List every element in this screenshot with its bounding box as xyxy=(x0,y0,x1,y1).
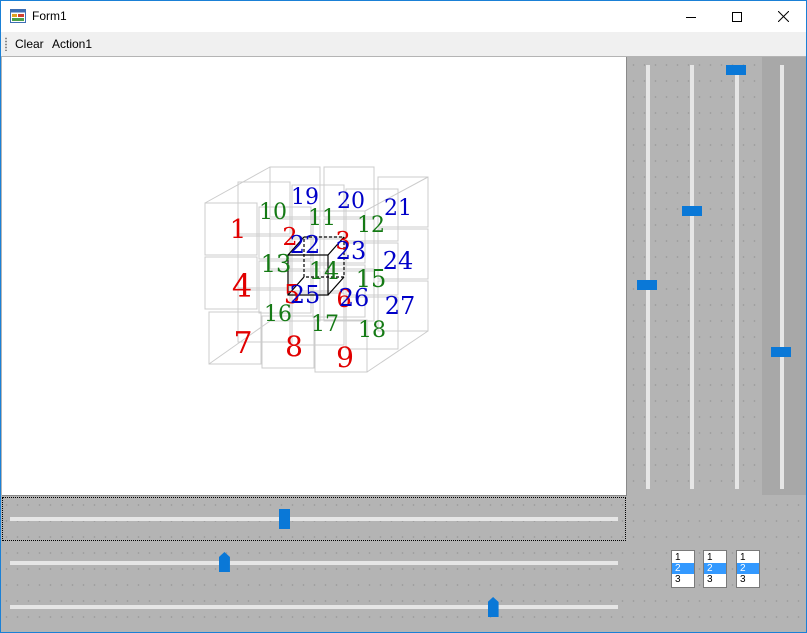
cube-label-24: 24 xyxy=(383,247,414,275)
cube-label-18: 18 xyxy=(358,318,386,343)
cube-label-22: 22 xyxy=(290,231,321,259)
cube-label-20: 20 xyxy=(337,189,365,214)
listbox-1[interactable]: 1 2 3 xyxy=(671,550,695,588)
menu-action1[interactable]: Action1 xyxy=(52,37,92,51)
cube-label-19: 19 xyxy=(291,185,319,210)
cube-label-10: 10 xyxy=(259,200,287,225)
close-button[interactable] xyxy=(760,1,806,32)
minimize-icon xyxy=(686,16,696,18)
listbox-2-item-3[interactable]: 3 xyxy=(704,574,726,585)
listbox-2-item-1[interactable]: 1 xyxy=(704,552,726,563)
right-slider-3-track[interactable] xyxy=(735,65,739,489)
cube-label-23: 23 xyxy=(336,237,367,265)
toolstrip-grip[interactable] xyxy=(5,37,7,51)
listbox-3-item-2[interactable]: 2 xyxy=(737,563,759,574)
cube-label-26: 26 xyxy=(339,284,370,312)
listbox-3[interactable]: 1 2 3 xyxy=(736,550,760,588)
cube-label-17: 17 xyxy=(311,312,339,337)
right-slider-4-area xyxy=(762,57,806,495)
listbox-1-item-3[interactable]: 3 xyxy=(672,574,694,585)
menu-clear[interactable]: Clear xyxy=(15,37,44,51)
right-slider-4-track[interactable] xyxy=(780,65,784,489)
bottom-slider-1-thumb[interactable] xyxy=(278,509,290,529)
close-icon xyxy=(777,11,789,22)
cube-label-1: 1 xyxy=(230,215,247,245)
menu-strip: Clear Action1 xyxy=(1,32,806,56)
maximize-icon xyxy=(732,11,742,22)
bottom-slider-3-track[interactable] xyxy=(10,605,618,609)
cube-label-9: 9 xyxy=(336,341,354,374)
right-slider-2-thumb[interactable] xyxy=(682,205,702,216)
app-icon xyxy=(10,9,26,23)
cube-label-27: 27 xyxy=(385,292,416,320)
listbox-2-item-2[interactable]: 2 xyxy=(704,563,726,574)
cube-label-4: 4 xyxy=(232,267,252,305)
cube-label-7: 7 xyxy=(233,326,252,361)
right-slider-1-thumb[interactable] xyxy=(637,280,657,291)
cube-label-25: 25 xyxy=(290,281,321,309)
listbox-3-item-1[interactable]: 1 xyxy=(737,552,759,563)
cube-canvas[interactable]: 1 2 3 4 5 6 7 8 9 10 11 12 13 14 15 16 17 18 19 20 21 22 23 24 2… xyxy=(2,57,627,496)
right-slider-2-track[interactable] xyxy=(690,65,694,489)
cube-label-12: 12 xyxy=(357,213,385,238)
right-slider-panel xyxy=(628,57,806,495)
listbox-2[interactable]: 1 2 3 xyxy=(703,550,727,588)
right-slider-4-thumb[interactable] xyxy=(771,346,791,357)
minimize-button[interactable] xyxy=(668,1,714,32)
bottom-slider-1-track[interactable] xyxy=(10,517,618,521)
cube-label-13: 13 xyxy=(261,250,292,278)
app-window: Form1 Clear Action1 1 2 3 4 5 6 7 8 9 10… xyxy=(0,0,807,633)
title-bar: Form1 xyxy=(1,1,806,32)
right-slider-3-thumb[interactable] xyxy=(726,65,746,75)
bottom-slider-2-track[interactable] xyxy=(10,561,618,565)
cube-label-21: 21 xyxy=(384,196,412,221)
maximize-button[interactable] xyxy=(714,1,760,32)
listbox-3-item-3[interactable]: 3 xyxy=(737,574,759,585)
listbox-1-item-2[interactable]: 2 xyxy=(672,563,694,574)
cube-label-8: 8 xyxy=(285,330,303,363)
listbox-1-item-1[interactable]: 1 xyxy=(672,552,694,563)
window-title: Form1 xyxy=(32,9,67,23)
cube-label-16: 16 xyxy=(264,302,292,327)
right-slider-1-track[interactable] xyxy=(646,65,650,489)
